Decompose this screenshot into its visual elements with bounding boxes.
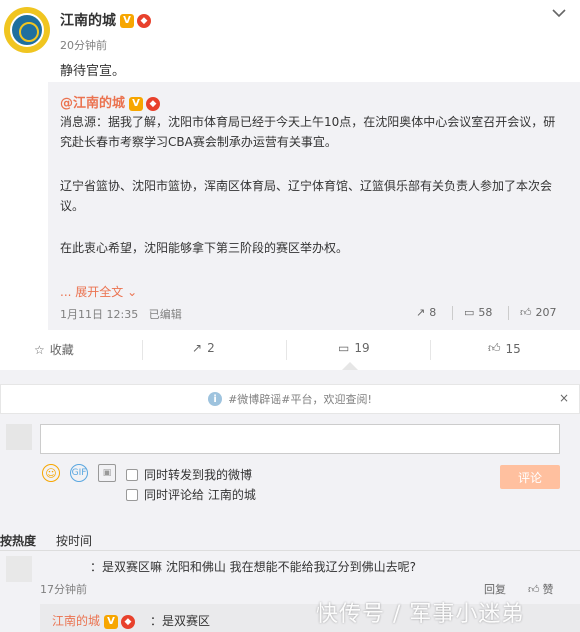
thumbs-up-icon: 👍︎ [528, 582, 540, 596]
repost-comment-count[interactable]: ▭ 58 [464, 306, 492, 319]
chevron-down-icon[interactable] [552, 6, 566, 22]
sort-by-hot-tab[interactable]: 按热度 [0, 532, 36, 549]
gif-icon[interactable]: GIF [70, 464, 88, 482]
comment-icon: ▭ [464, 306, 475, 319]
comment-text: ：是双赛区嘛 沈阳和佛山 我在想能不能给我辽分到佛山去呢? [90, 560, 417, 574]
verified-icon: V [120, 14, 134, 28]
watermark: 快传号 / 军事小迷弟 [316, 602, 525, 627]
post-time[interactable]: 20分钟前 [60, 37, 107, 53]
comment-input[interactable] [40, 424, 560, 454]
repost-paragraph: 消息源：据我了解，沈阳市体育局已经于今天上午10点，在沈阳奥体中心会议室召开会议… [60, 115, 556, 149]
divider [452, 306, 453, 320]
author-name[interactable]: 江南的城 [60, 13, 116, 29]
checkbox[interactable] [126, 488, 138, 501]
divider [142, 340, 143, 360]
comment-time: 17分钟前 [40, 583, 87, 596]
divider [0, 550, 580, 551]
divider [508, 306, 509, 320]
sub-reply-author[interactable]: 江南的城 V ◆ [52, 612, 136, 629]
image-icon[interactable]: ▣ [98, 464, 116, 482]
divider [286, 340, 287, 360]
repost-author[interactable]: @江南的城 V ◆ [60, 92, 161, 111]
reply-button[interactable]: 回复 [484, 581, 506, 597]
comment-to-author-checkbox[interactable]: 同时评论给 江南的城 [126, 486, 256, 503]
info-icon: i [208, 392, 223, 406]
vip-icon: ◆ [121, 614, 136, 629]
repost-meta: 1月11日 12:35 已编辑 [60, 306, 182, 322]
expand-full-text-link[interactable]: ... 展开全文 ⌄ [60, 283, 137, 300]
close-icon[interactable]: × [559, 391, 569, 405]
repost-like-count[interactable]: 👍︎ 207 [520, 306, 557, 319]
my-avatar [6, 424, 32, 450]
share-icon: ↗ [192, 341, 203, 355]
verified-icon: V [129, 96, 144, 111]
repost-button[interactable]: ↗ 2 [192, 341, 215, 355]
like-button[interactable]: 👍︎ 15 [488, 341, 521, 356]
repost-to-my-weibo-checkbox[interactable]: 同时转发到我的微博 [126, 466, 252, 483]
repost-share-count[interactable]: ↗ 8 [416, 306, 436, 319]
share-icon: ↗ [416, 306, 426, 319]
thumbs-up-icon: 👍︎ [520, 306, 532, 319]
sort-by-time-tab[interactable]: 按时间 [56, 532, 92, 549]
notice-text[interactable]: #微博辟谣#平台，欢迎查阅! [228, 391, 372, 407]
rumor-notice[interactable]: i #微博辟谣#平台，欢迎查阅! × [0, 384, 580, 414]
comment-button[interactable]: ▭ 19 [338, 341, 370, 355]
divider [430, 340, 431, 360]
emoji-icon[interactable]: ☺ [42, 464, 60, 482]
repost-paragraph: 在此衷心希望，沈阳能够拿下第三阶段的赛区举办权。 [60, 241, 349, 255]
thumbs-up-icon: 👍︎ [488, 341, 501, 355]
submit-comment-button[interactable]: 评论 [500, 465, 560, 489]
repost-date[interactable]: 1月11日 12:35 [60, 308, 138, 321]
repost-paragraph: 辽宁省篮协、沈阳市篮协，浑南区体育局、辽宁体育馆、辽篮俱乐部有关负责人参加了本次… [60, 179, 553, 213]
edited-label[interactable]: 已编辑 [149, 308, 182, 321]
star-icon: ☆ [34, 342, 45, 357]
comment-like-button[interactable]: 👍︎ 赞 [528, 581, 554, 597]
post-body: 静待官宣。 [60, 64, 126, 79]
pointer-arrow [342, 362, 358, 370]
post-author[interactable]: 江南的城 V ◆ [60, 10, 151, 30]
vip-icon: ◆ [146, 96, 161, 111]
sub-reply-text: ：是双赛区 [150, 614, 211, 628]
vip-icon: ◆ [137, 14, 151, 28]
commenter-avatar[interactable] [6, 556, 32, 582]
chevron-down-icon: ⌄ [127, 285, 138, 299]
checkbox[interactable] [126, 468, 138, 481]
comment-icon: ▭ [338, 341, 350, 355]
verified-icon: V [104, 614, 119, 629]
favorite-button[interactable]: ☆ 收藏 [34, 341, 74, 358]
author-avatar[interactable] [4, 7, 50, 53]
